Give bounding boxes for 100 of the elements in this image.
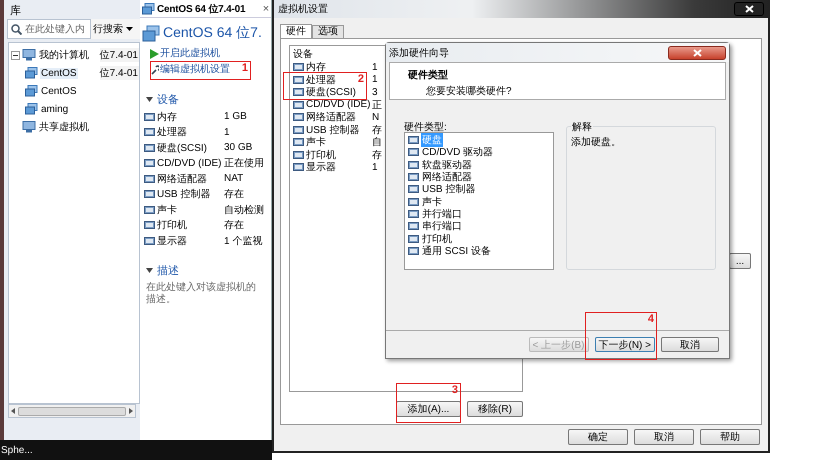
dialog-button[interactable]: 取消 xyxy=(634,429,694,445)
device-icon xyxy=(144,220,155,230)
device-icon xyxy=(144,204,155,215)
list-item[interactable]: 声卡 xyxy=(306,135,326,149)
list-item[interactable]: CD/DVD 驱动器 xyxy=(421,145,494,160)
device-value: 自动检测 xyxy=(224,204,265,217)
dialog-button[interactable]: 帮助 xyxy=(700,429,760,445)
device-value: 30 GB xyxy=(224,142,254,154)
taskbar-item[interactable]: Sphe... xyxy=(1,444,33,456)
device-icon xyxy=(144,236,155,246)
virtual-machine-icon xyxy=(25,85,38,97)
virtual-machine-icon xyxy=(142,24,160,42)
list-item[interactable]: 声卡 xyxy=(421,194,443,209)
list-item[interactable]: 处理器 xyxy=(306,72,336,86)
tree-item[interactable]: 我的计算机 xyxy=(38,48,90,62)
action-link[interactable]: 开启此虚拟机 xyxy=(160,48,220,60)
device-icon xyxy=(408,208,419,219)
list-label: 硬件类型: xyxy=(404,120,448,132)
group-title: 解释 xyxy=(571,120,593,134)
close-button[interactable] xyxy=(734,2,764,16)
device-icon xyxy=(408,246,419,256)
annotation-number: 3 xyxy=(452,384,459,396)
device-value: 1 xyxy=(224,126,231,138)
cancel-button[interactable]: 取消 xyxy=(661,337,719,352)
list-item[interactable]: 并行端口 xyxy=(421,206,463,221)
device-name: 打印机 xyxy=(157,218,187,232)
section-title[interactable]: 设备 xyxy=(157,92,179,107)
device-value: 正在使用 xyxy=(224,157,265,170)
device-icon xyxy=(293,100,304,110)
device-icon xyxy=(144,127,155,138)
device-icon xyxy=(144,112,155,122)
device-icon xyxy=(408,234,419,244)
virtual-machine-icon xyxy=(25,67,38,79)
close-button[interactable] xyxy=(668,46,726,60)
device-value: 存在 xyxy=(224,188,245,202)
document-tab[interactable]: CentOS 64 位7.4-01 × xyxy=(140,0,271,18)
device-name: 硬盘(SCSI) xyxy=(157,142,207,155)
list-item[interactable]: 网络适配器 xyxy=(421,170,473,184)
list-item[interactable]: 串行端口 xyxy=(421,219,463,234)
tab[interactable]: 硬件 xyxy=(280,24,312,38)
device-icon xyxy=(293,74,304,84)
description-field[interactable]: 在此处键入对该虚拟机的描述。 xyxy=(146,282,265,306)
action-link[interactable]: 编辑虚拟机设置 xyxy=(160,64,230,76)
dialog-title: 虚拟机设置 xyxy=(278,2,328,16)
tree-item[interactable]: 共享虚拟机 xyxy=(38,120,90,134)
device-icon xyxy=(144,158,155,168)
list-item[interactable]: 硬盘(SCSI) xyxy=(306,85,356,99)
step-title: 硬件类型 xyxy=(408,68,449,82)
list-item[interactable]: CD/DVD (IDE) xyxy=(306,99,370,110)
remove-button[interactable]: 移除(R) xyxy=(467,401,523,417)
overlapping-text: 位7.4-01 xyxy=(100,48,139,62)
table-cell: N xyxy=(372,112,380,122)
computer-icon xyxy=(22,121,36,133)
device-icon xyxy=(408,172,419,182)
device-value: NAT xyxy=(224,173,244,184)
search-label: 行搜索 xyxy=(93,22,123,36)
add-button[interactable]: 添加(A)... xyxy=(396,401,461,417)
tree-item[interactable]: aming xyxy=(40,104,70,114)
device-icon xyxy=(293,137,304,147)
table-cell: 1 xyxy=(372,62,378,72)
table-cell-text: 存 xyxy=(372,148,382,162)
virtual-machine-icon xyxy=(142,2,155,14)
list-item[interactable]: 打印机 xyxy=(306,148,336,162)
device-icon xyxy=(293,162,304,172)
device-name: CD/DVD (IDE) xyxy=(157,158,222,169)
list-item[interactable]: 显示器 xyxy=(306,160,336,174)
tab-title: CentOS 64 位7.4-01 xyxy=(157,2,246,16)
section-title[interactable]: 描述 xyxy=(157,262,179,278)
table-cell: 3 xyxy=(372,86,378,98)
device-icon xyxy=(408,160,419,170)
list-item[interactable]: 软盘驱动器 xyxy=(421,158,473,172)
browse-button[interactable]: ... xyxy=(729,253,751,269)
search-dropdown[interactable]: 行搜索 xyxy=(91,19,140,39)
tree-item[interactable]: CentOS xyxy=(40,68,78,78)
next-button[interactable]: 下一步(N) > xyxy=(594,337,655,352)
play-icon xyxy=(150,49,159,59)
device-name: 内存 xyxy=(157,110,177,124)
tab-close[interactable]: × xyxy=(262,2,269,14)
close-icon xyxy=(744,5,754,13)
device-icon xyxy=(144,189,155,200)
device-name: 网络适配器 xyxy=(157,172,207,186)
table-cell: 1 xyxy=(372,162,378,172)
list-item[interactable]: USB 控制器 xyxy=(421,182,476,196)
list-item[interactable]: USB 控制器 xyxy=(306,122,360,136)
column-header: 设备 xyxy=(293,48,313,61)
tab[interactable]: 选项 xyxy=(312,25,344,38)
device-name: 声卡 xyxy=(157,204,177,217)
table-cell-text: 正 xyxy=(372,98,382,112)
search-field[interactable]: 在此处键入内 xyxy=(7,19,91,39)
tree-item[interactable]: CentOS xyxy=(40,86,78,96)
list-item[interactable]: 通用 SCSI 设备 xyxy=(421,244,492,258)
list-item[interactable]: 打印机 xyxy=(421,232,453,246)
list-item[interactable]: 内存 xyxy=(306,60,326,74)
left-arrow-icon xyxy=(11,408,15,414)
computer-icon xyxy=(22,49,36,61)
device-icon xyxy=(293,62,304,72)
dialog-title: 添加硬件向导 xyxy=(389,46,449,60)
dialog-button[interactable]: 确定 xyxy=(568,429,628,445)
horizontal-scrollbar[interactable] xyxy=(8,404,136,418)
list-item[interactable]: 网络适配器 xyxy=(306,110,356,124)
